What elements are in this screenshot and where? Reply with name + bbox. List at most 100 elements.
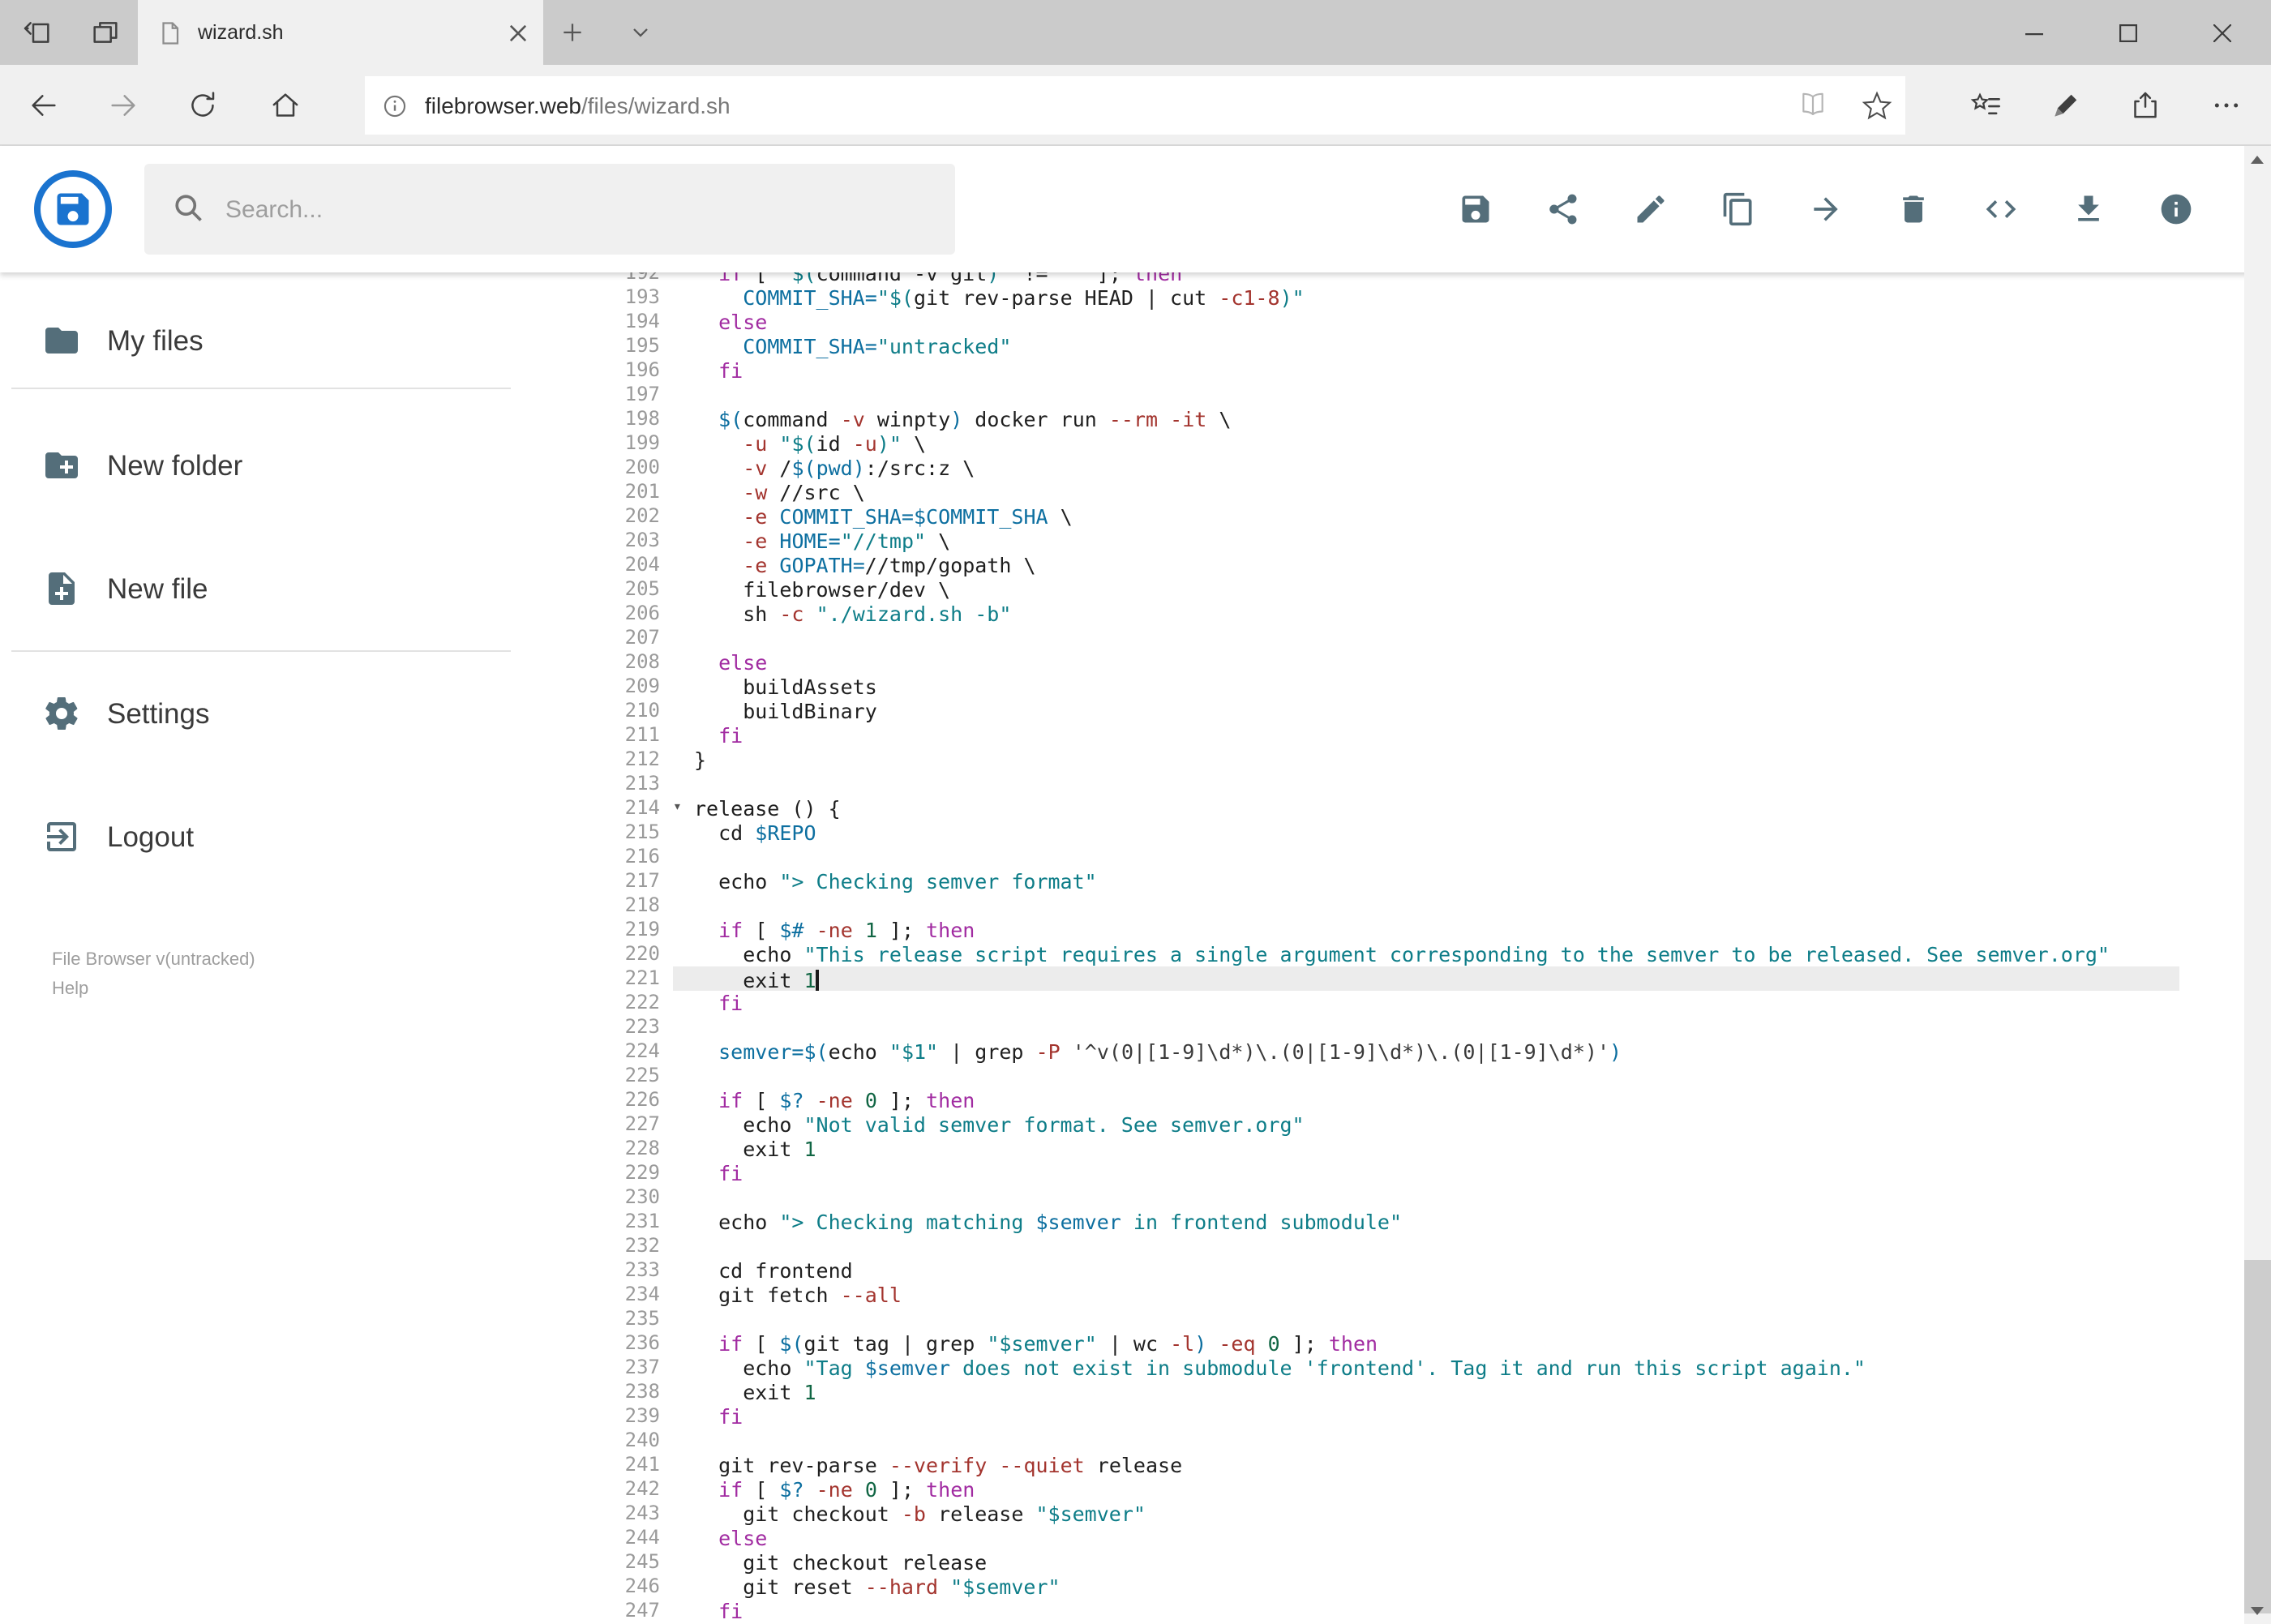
code-line[interactable]: 246 git reset --hard "$semver" (608, 1575, 2179, 1599)
code-line[interactable]: 217 echo "> Checking semver format" (608, 869, 2179, 893)
code-line[interactable]: 200 -v /$(pwd):/src:z \ (608, 456, 2179, 480)
code-line[interactable]: 195 COMMIT_SHA="untracked" (608, 334, 2179, 358)
code-line[interactable]: 236 if [ $(git tag | grep "$semver" | wc… (608, 1331, 2179, 1356)
code-line[interactable]: 204 -e GOPATH=//tmp/gopath \ (608, 553, 2179, 577)
code-line[interactable]: 203 -e HOME="//tmp" \ (608, 529, 2179, 553)
code-line[interactable]: 229 fi (608, 1161, 2179, 1185)
code-line[interactable]: 214 ▾ release () { (608, 796, 2179, 821)
settings-more-button[interactable] (2197, 76, 2256, 135)
address-bar[interactable]: filebrowser.web/files/wizard.sh (365, 76, 1905, 135)
code-line[interactable]: 216 (608, 845, 2179, 869)
code-line[interactable]: 211 fi (608, 723, 2179, 748)
code-line[interactable]: 205 filebrowser/dev \ (608, 577, 2179, 602)
code-line[interactable]: 224 semver=$(echo "$1" | grep -P '^v(0|[… (608, 1039, 2179, 1064)
code-line[interactable]: 223 (608, 1015, 2179, 1039)
code-line[interactable]: 201 -w //src \ (608, 480, 2179, 504)
scrollbar-thumb[interactable] (2243, 1260, 2271, 1613)
code-line[interactable]: 192 if [ "$(command -v git)" != "" ]; th… (608, 272, 2179, 285)
code-line[interactable]: 199 -u "$(id -u)" \ (608, 431, 2179, 456)
site-info-icon[interactable] (381, 92, 409, 119)
url-text[interactable]: filebrowser.web/files/wizard.sh (425, 92, 1797, 118)
code-line[interactable]: 218 (608, 893, 2179, 918)
hub-button[interactable] (1956, 76, 2014, 135)
save-button[interactable] (1439, 174, 1510, 245)
favorite-star-icon[interactable] (1862, 90, 1892, 121)
code-line[interactable]: 226 if [ $? -ne 0 ]; then (608, 1088, 2179, 1112)
code-line[interactable]: 210 buildBinary (608, 699, 2179, 723)
fold-marker-icon[interactable]: ▾ (673, 796, 694, 821)
code-line[interactable]: 227 echo "Not valid semver format. See s… (608, 1112, 2179, 1137)
code-line[interactable]: 221 exit 1 (608, 966, 2179, 992)
info-button[interactable] (2140, 174, 2211, 245)
rename-button[interactable] (1614, 174, 1686, 245)
code-line[interactable]: 232 (608, 1234, 2179, 1258)
code-line[interactable]: 231 echo "> Checking matching $semver in… (608, 1210, 2179, 1234)
search-input[interactable] (144, 164, 955, 255)
code-line[interactable]: 212} (608, 748, 2179, 772)
copy-button[interactable] (1702, 174, 1773, 245)
code-line[interactable]: 196 fi (608, 358, 2179, 383)
sidebar-item-logout[interactable]: Logout (0, 798, 522, 876)
code-line[interactable]: 202 -e COMMIT_SHA=$COMMIT_SHA \ (608, 504, 2179, 529)
home-button[interactable] (256, 76, 315, 135)
code-line[interactable]: 234 git fetch --all (608, 1283, 2179, 1307)
filebrowser-logo[interactable] (34, 170, 112, 248)
code-line[interactable]: 207 (608, 626, 2179, 650)
forward-button[interactable] (94, 76, 152, 135)
code-line[interactable]: 219 if [ $# -ne 1 ]; then (608, 918, 2179, 942)
tab-preview-toggle[interactable] (616, 8, 665, 57)
move-button[interactable] (1789, 174, 1861, 245)
sidebar-item-settings[interactable]: Settings (0, 675, 522, 752)
code-line[interactable]: 208 else (608, 650, 2179, 675)
code-line[interactable]: 230 (608, 1185, 2179, 1210)
code-line[interactable]: 243 git checkout -b release "$semver" (608, 1502, 2179, 1526)
back-button[interactable] (15, 76, 73, 135)
delete-button[interactable] (1877, 174, 1948, 245)
share-file-button[interactable] (1527, 174, 1598, 245)
code-line[interactable]: 242 if [ $? -ne 0 ]; then (608, 1477, 2179, 1502)
code-line[interactable]: 228 exit 1 (608, 1137, 2179, 1161)
code-line[interactable]: 238 exit 1 (608, 1380, 2179, 1404)
code-line[interactable]: 244 else (608, 1526, 2179, 1550)
web-note-button[interactable] (2035, 76, 2093, 135)
code-line[interactable]: 198 $(command -v winpty) docker run --rm… (608, 407, 2179, 431)
code-line[interactable]: 206 sh -c "./wizard.sh -b" (608, 602, 2179, 626)
sidebar-item-new-folder[interactable]: New folder (0, 426, 522, 504)
code-line[interactable]: 240 (608, 1429, 2179, 1453)
code-line[interactable]: 220 echo "This release script requires a… (608, 942, 2179, 966)
new-tab-button[interactable] (548, 8, 597, 57)
share-button[interactable] (2116, 76, 2175, 135)
tab-close-icon[interactable] (509, 24, 527, 41)
maximize-button[interactable] (2081, 0, 2175, 65)
code-line[interactable]: 247 fi (608, 1599, 2179, 1623)
set-tabs-aside-button[interactable] (13, 8, 62, 57)
code-line[interactable]: 245 git checkout release (608, 1550, 2179, 1575)
code-line[interactable]: 194 else (608, 310, 2179, 334)
scrollbar[interactable] (2243, 146, 2271, 1624)
help-link[interactable]: Help (52, 975, 255, 1004)
code-line[interactable]: 235 (608, 1307, 2179, 1331)
code-line[interactable]: 193 COMMIT_SHA="$(git rev-parse HEAD | c… (608, 285, 2179, 310)
code-line[interactable]: 237 echo "Tag $semver does not exist in … (608, 1356, 2179, 1380)
code-line[interactable]: 233 cd frontend (608, 1258, 2179, 1283)
source-view-button[interactable] (1965, 174, 2036, 245)
scroll-down-arrow[interactable] (2243, 1598, 2271, 1624)
code-line[interactable]: 225 (608, 1064, 2179, 1088)
close-button[interactable] (2175, 0, 2269, 65)
refresh-button[interactable] (174, 76, 232, 135)
code-line[interactable]: 213 (608, 772, 2179, 796)
code-line[interactable]: 241 git rev-parse --verify --quiet relea… (608, 1453, 2179, 1477)
download-button[interactable] (2052, 174, 2123, 245)
tab-wizard-sh[interactable]: wizard.sh (138, 0, 543, 65)
code-line[interactable]: 239 fi (608, 1404, 2179, 1429)
code-line[interactable]: 215 cd $REPO (608, 821, 2179, 845)
scroll-up-arrow[interactable] (2243, 146, 2271, 172)
code-line[interactable]: 197 (608, 383, 2179, 407)
code-line[interactable]: 222 fi (608, 991, 2179, 1015)
sidebar-item-my-files[interactable]: My files (0, 302, 522, 379)
code-line[interactable]: 209 buildAssets (608, 675, 2179, 699)
sidebar-item-new-file[interactable]: New file (0, 550, 522, 628)
reading-view-icon[interactable] (1797, 89, 1829, 122)
tab-preview-button[interactable] (81, 8, 130, 57)
minimize-button[interactable] (1987, 0, 2081, 65)
